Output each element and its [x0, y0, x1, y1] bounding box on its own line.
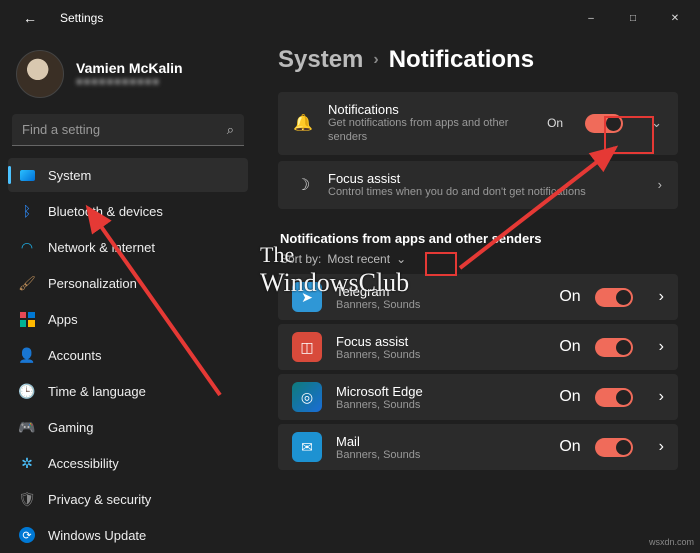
- shield-icon: 🛡: [18, 490, 36, 508]
- brush-icon: 🖌: [18, 274, 36, 292]
- sidebar-item-label: Network & internet: [48, 240, 155, 255]
- sidebar-item-label: Personalization: [48, 276, 137, 291]
- card-subtitle: Control times when you do and don't get …: [328, 186, 642, 200]
- toggle-state-label: On: [559, 388, 580, 406]
- user-account-row[interactable]: Vamien McKalin ■■■■■■■■■■■: [8, 44, 248, 112]
- chevron-right-icon: ›: [373, 51, 378, 69]
- app-toggle[interactable]: [595, 438, 633, 457]
- sidebar-item-bluetooth[interactable]: ᛒ Bluetooth & devices: [8, 194, 248, 228]
- sort-label: Sort by:: [280, 252, 321, 266]
- app-subtitle: Banners, Sounds: [336, 299, 545, 311]
- sidebar-item-accounts[interactable]: 👤 Accounts: [8, 338, 248, 372]
- close-button[interactable]: ✕: [654, 2, 696, 34]
- sidebar-item-update[interactable]: ⟳ Windows Update: [8, 518, 248, 552]
- sidebar-item-time[interactable]: 🕒 Time & language: [8, 374, 248, 408]
- sidebar: Vamien McKalin ■■■■■■■■■■■ ⌕ System ᛒ Bl…: [0, 36, 256, 553]
- toggle-state-label: On: [559, 338, 580, 356]
- sidebar-item-apps[interactable]: Apps: [8, 302, 248, 336]
- app-icon: ➤: [292, 282, 322, 312]
- app-notification-row[interactable]: ◎ Microsoft EdgeBanners, Sounds On ›: [278, 374, 678, 420]
- breadcrumb: System › Notifications: [278, 46, 678, 74]
- chevron-down-icon: ⌄: [396, 252, 406, 266]
- app-subtitle: Banners, Sounds: [336, 449, 545, 461]
- app-toggle[interactable]: [595, 388, 633, 407]
- chevron-right-icon[interactable]: ›: [659, 388, 664, 406]
- app-icon: ◎: [292, 382, 322, 412]
- toggle-state-label: On: [559, 438, 580, 456]
- maximize-button[interactable]: □: [612, 2, 654, 34]
- back-button[interactable]: ←: [14, 2, 46, 34]
- sort-dropdown[interactable]: Sort by: Most recent ⌄: [280, 252, 678, 266]
- search-container: ⌕: [8, 114, 248, 156]
- card-title: Focus assist: [328, 171, 642, 186]
- sidebar-item-label: Privacy & security: [48, 492, 151, 507]
- moon-icon: ☽: [292, 175, 314, 195]
- sidebar-item-privacy[interactable]: 🛡 Privacy & security: [8, 482, 248, 516]
- accessibility-icon: ✲: [18, 454, 36, 472]
- search-icon: ⌕: [227, 122, 234, 138]
- card-title: Notifications: [328, 102, 533, 117]
- app-notification-row[interactable]: ✉ MailBanners, Sounds On ›: [278, 424, 678, 470]
- user-email: ■■■■■■■■■■■: [76, 76, 183, 88]
- sidebar-item-label: Accessibility: [48, 456, 119, 471]
- chevron-right-icon[interactable]: ›: [659, 338, 664, 356]
- main-content: System › Notifications 🔔 Notifications G…: [256, 36, 700, 553]
- bluetooth-icon: ᛒ: [18, 202, 36, 220]
- app-name: Telegram: [336, 284, 545, 299]
- app-icon: ◫: [292, 332, 322, 362]
- minimize-button[interactable]: –: [570, 2, 612, 34]
- card-subtitle: Get notifications from apps and other se…: [328, 117, 533, 145]
- sidebar-item-system[interactable]: System: [8, 158, 248, 192]
- app-icon: ✉: [292, 432, 322, 462]
- toggle-state-label: On: [547, 116, 563, 130]
- sidebar-item-label: Bluetooth & devices: [48, 204, 163, 219]
- avatar: [16, 50, 64, 98]
- sidebar-item-label: Time & language: [48, 384, 146, 399]
- app-name: Microsoft Edge: [336, 384, 545, 399]
- section-heading: Notifications from apps and other sender…: [280, 231, 678, 246]
- gaming-icon: 🎮: [18, 418, 36, 436]
- app-subtitle: Banners, Sounds: [336, 349, 545, 361]
- chevron-right-icon[interactable]: ›: [659, 288, 664, 306]
- sidebar-item-label: Apps: [48, 312, 78, 327]
- person-icon: 👤: [18, 346, 36, 364]
- system-icon: [18, 166, 36, 184]
- sidebar-item-personalization[interactable]: 🖌 Personalization: [8, 266, 248, 300]
- bell-icon: 🔔: [292, 113, 314, 133]
- sidebar-item-label: System: [48, 168, 91, 183]
- sidebar-item-accessibility[interactable]: ✲ Accessibility: [8, 446, 248, 480]
- toggle-state-label: On: [559, 288, 580, 306]
- app-toggle[interactable]: [595, 338, 633, 357]
- app-toggle[interactable]: [595, 288, 633, 307]
- app-name: Focus assist: [336, 334, 545, 349]
- app-notification-row[interactable]: ◫ Focus assistBanners, Sounds On ›: [278, 324, 678, 370]
- clock-globe-icon: 🕒: [18, 382, 36, 400]
- sidebar-item-gaming[interactable]: 🎮 Gaming: [8, 410, 248, 444]
- apps-icon: [18, 310, 36, 328]
- chevron-down-icon[interactable]: ⌄: [649, 115, 664, 131]
- update-icon: ⟳: [18, 526, 36, 544]
- sidebar-item-label: Windows Update: [48, 528, 146, 543]
- notifications-toggle[interactable]: [585, 114, 623, 133]
- focus-assist-card[interactable]: ☽ Focus assist Control times when you do…: [278, 161, 678, 210]
- app-notification-row[interactable]: ➤ TelegramBanners, Sounds On ›: [278, 274, 678, 320]
- window-controls: – □ ✕: [570, 2, 696, 34]
- breadcrumb-current: Notifications: [389, 46, 534, 74]
- app-subtitle: Banners, Sounds: [336, 399, 545, 411]
- app-name: Mail: [336, 434, 545, 449]
- user-name: Vamien McKalin: [76, 60, 183, 76]
- app-notification-list: ➤TelegramBanners, SoundsOn›◫Focus assist…: [278, 274, 678, 470]
- sidebar-item-label: Gaming: [48, 420, 94, 435]
- chevron-right-icon[interactable]: ›: [659, 438, 664, 456]
- chevron-right-icon[interactable]: ›: [656, 177, 664, 192]
- wifi-icon: ◠: [18, 238, 36, 256]
- titlebar: ← Settings – □ ✕: [0, 0, 700, 36]
- sort-value: Most recent: [327, 252, 390, 266]
- notifications-expander[interactable]: 🔔 Notifications Get notifications from a…: [278, 92, 678, 155]
- breadcrumb-parent[interactable]: System: [278, 46, 363, 74]
- sidebar-item-network[interactable]: ◠ Network & internet: [8, 230, 248, 264]
- search-input[interactable]: [12, 114, 244, 146]
- sidebar-item-label: Accounts: [48, 348, 101, 363]
- window-title: Settings: [60, 11, 103, 25]
